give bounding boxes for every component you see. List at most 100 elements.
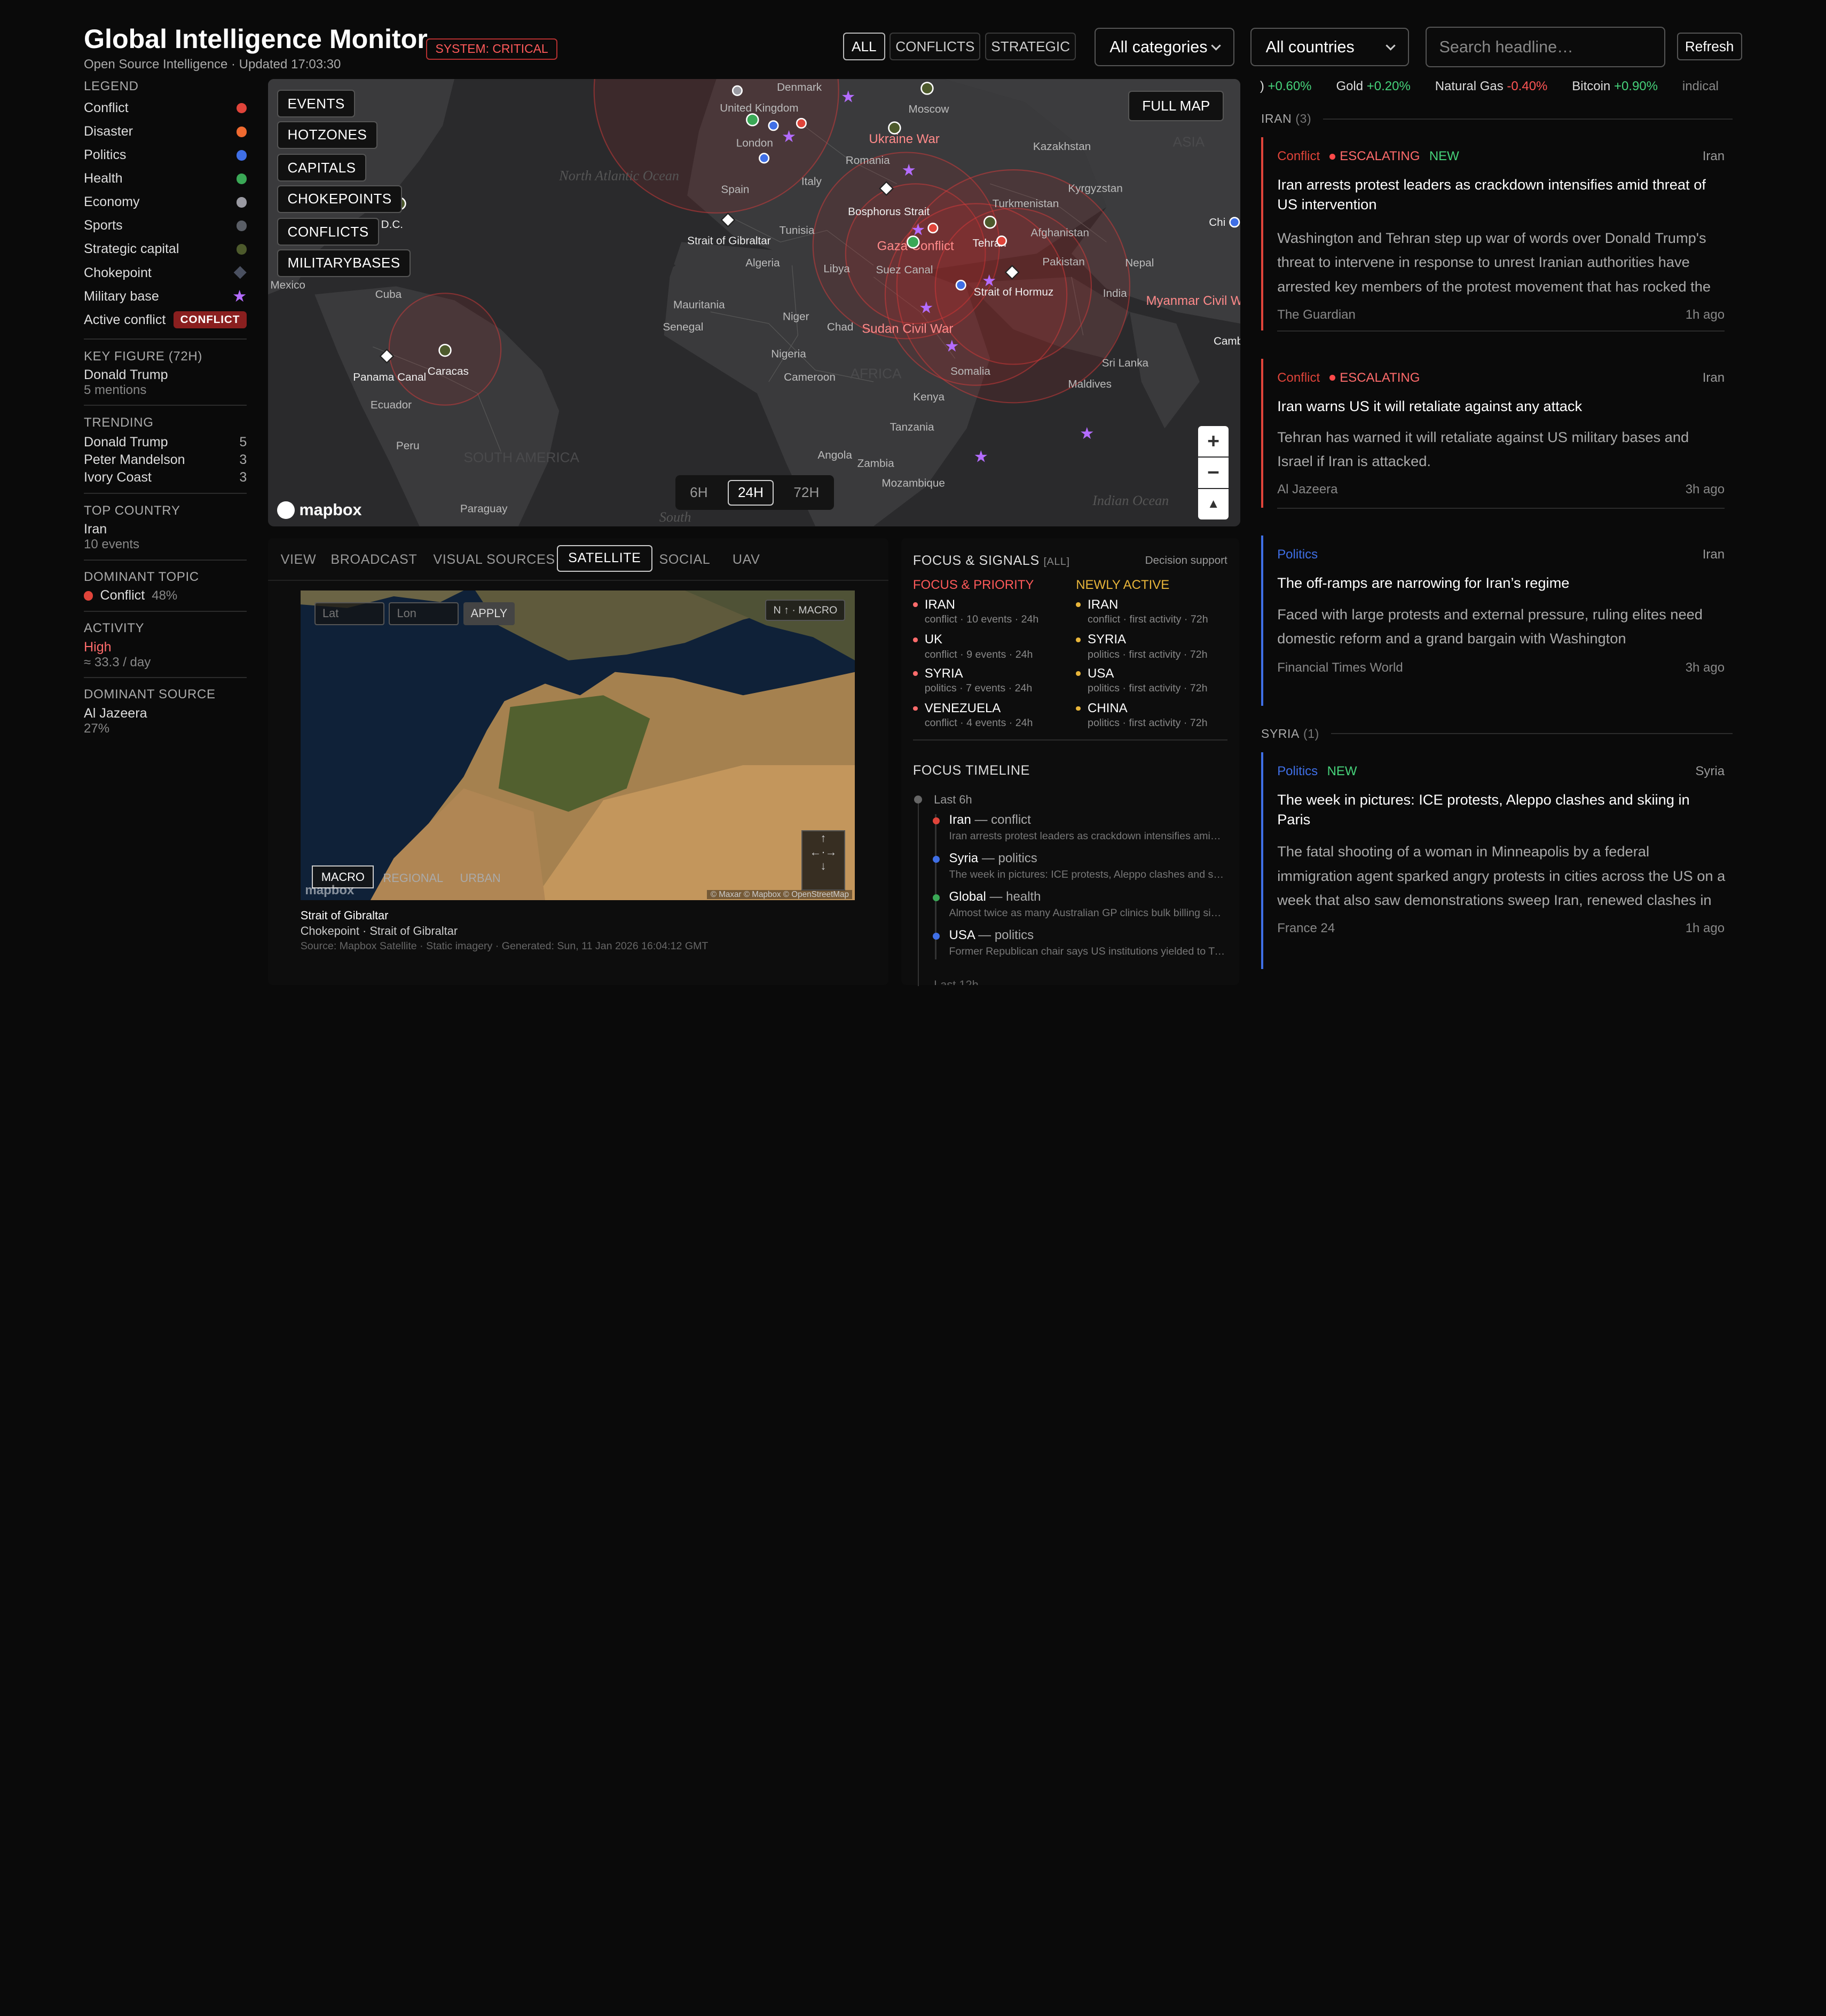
map-label-place: Kazakhstan (1033, 140, 1091, 153)
timeline-item[interactable]: Global — health (949, 889, 1041, 904)
time-range-72h[interactable]: 72H (784, 481, 829, 505)
capital-marker[interactable] (920, 82, 934, 95)
zoom-in-button[interactable]: + (1198, 426, 1229, 456)
trending-item[interactable]: Ivory Coast 3 (84, 469, 247, 486)
tab-visual-sources[interactable]: VISUAL SOURCES (433, 552, 555, 568)
map-label-place: Mozambique (881, 477, 945, 490)
time-range-6h[interactable]: 6H (681, 481, 717, 505)
newly-active-detail: politics · first activity · 72h (1088, 648, 1208, 660)
military-base-marker[interactable]: ★ (973, 448, 988, 467)
trending-item[interactable]: Peter Mandelson 3 (84, 451, 247, 469)
trending-item[interactable]: Donald Trump 5 (84, 434, 247, 451)
newly-active-item-syria[interactable]: SYRIA (1076, 632, 1126, 647)
conflict-marker[interactable] (996, 235, 1007, 247)
search-input[interactable] (1425, 27, 1665, 68)
apply-coordinates-button[interactable]: APPLY (463, 602, 515, 626)
news-card[interactable]: Politics Iran The off-ramps are narrowin… (1261, 536, 1725, 706)
scale-regional-button[interactable]: REGIONAL (375, 868, 451, 888)
newly-active-item-iran[interactable]: IRAN (1076, 597, 1118, 612)
satellite-location: Strait of Gibraltar (300, 909, 389, 923)
news-card[interactable]: Conflict ESCALATING Iran Iran warns US i… (1261, 358, 1725, 509)
newly-active-item-usa[interactable]: USA (1076, 666, 1114, 681)
priority-item-venezuela[interactable]: VENEZUELA (912, 701, 1001, 716)
world-map[interactable]: North Atlantic Ocean Indian Ocean South … (267, 79, 1240, 526)
pan-control[interactable]: ↑ ←·→ ↓ (801, 830, 846, 891)
map-label-place: Maldives (1068, 378, 1112, 390)
longitude-input[interactable] (389, 602, 459, 626)
economy-marker[interactable] (731, 85, 743, 97)
news-card[interactable]: Politics NEW Syria The week in pictures:… (1261, 752, 1725, 969)
military-base-marker[interactable]: ★ (911, 221, 925, 240)
layer-chokepoints-toggle[interactable]: CHOKEPOINTS (277, 185, 403, 214)
tab-social[interactable]: SOCIAL (659, 552, 710, 568)
map-label-place: Camb (1214, 335, 1240, 348)
capital-marker[interactable] (983, 216, 997, 229)
politics-marker[interactable] (1229, 217, 1240, 228)
compass-icon[interactable]: ▲ (1198, 489, 1229, 519)
layer-militarybases-toggle[interactable]: MILITARYBASES (277, 249, 411, 278)
tab-broadcast[interactable]: BROADCAST (330, 552, 417, 568)
newly-active-title: NEWLY ACTIVE (1076, 577, 1170, 592)
timeline-group-label: Last 6h (934, 793, 972, 807)
tab-satellite[interactable]: SATELLITE (556, 545, 653, 572)
refresh-button[interactable]: Refresh (1677, 33, 1742, 61)
card-headline[interactable]: Iran arrests protest leaders as crackdow… (1277, 175, 1720, 214)
layer-conflicts-toggle[interactable]: CONFLICTS (277, 217, 380, 246)
full-map-button[interactable]: FULL MAP (1128, 91, 1224, 121)
timeline-item[interactable]: Iran — conflict (949, 813, 1031, 828)
map-label-place: Ecuador (371, 399, 412, 412)
map-label-capital: Caracas (427, 365, 468, 377)
focus-timeline-title: FOCUS TIMELINE (912, 762, 1030, 778)
card-headline[interactable]: Iran warns US it will retaliate against … (1277, 396, 1720, 416)
priority-item-iran[interactable]: IRAN (912, 597, 955, 612)
capital-marker[interactable] (438, 344, 452, 357)
conflict-marker[interactable] (796, 118, 807, 129)
politics-marker[interactable] (768, 120, 779, 131)
newly-active-item-china[interactable]: CHINA (1076, 701, 1128, 716)
military-base-marker[interactable]: ★ (1080, 424, 1094, 443)
view-panel: VIEW BROADCAST VISUAL SOURCES SATELLITE … (267, 538, 889, 986)
filter-conflicts-button[interactable]: CONFLICTS (890, 33, 981, 61)
time-range-24h[interactable]: 24H (727, 479, 774, 506)
military-base-marker[interactable]: ★ (901, 161, 916, 180)
tab-uav[interactable]: UAV (733, 552, 760, 568)
arrow-left-right-icon[interactable]: ←·→ (802, 845, 845, 859)
map-label-place: Kenya (913, 391, 945, 403)
news-card[interactable]: Conflict ESCALATING NEW Iran Iran arrest… (1261, 137, 1725, 332)
arrow-up-icon[interactable]: ↑ (802, 831, 845, 845)
filter-all-button[interactable]: ALL (843, 33, 885, 61)
legend-title: LEGEND (84, 79, 139, 94)
layer-hotzones-toggle[interactable]: HOTZONES (277, 121, 377, 149)
politics-marker[interactable] (758, 153, 769, 164)
priority-detail: conflict · 9 events · 24h (924, 648, 1033, 660)
timeline-item[interactable]: Syria — politics (949, 851, 1037, 866)
zoom-out-button[interactable]: − (1198, 458, 1229, 488)
politics-marker[interactable] (955, 280, 966, 291)
military-base-marker[interactable]: ★ (781, 128, 796, 146)
country-select-value: All countries (1265, 37, 1355, 56)
card-headline[interactable]: The week in pictures: ICE protests, Alep… (1277, 790, 1720, 829)
filter-strategic-button[interactable]: STRATEGIC (985, 33, 1076, 61)
layer-capitals-toggle[interactable]: CAPITALS (277, 153, 366, 182)
military-base-marker[interactable]: ★ (919, 299, 933, 318)
conflict-marker[interactable] (927, 223, 939, 234)
health-marker[interactable] (745, 113, 759, 127)
arrow-down-icon[interactable]: ↓ (802, 859, 845, 873)
latitude-input[interactable] (314, 602, 384, 626)
capital-marker[interactable] (887, 121, 901, 135)
country-select[interactable]: All countries (1250, 28, 1409, 67)
priority-item-uk[interactable]: UK (912, 632, 942, 647)
category-select[interactable]: All categories (1095, 28, 1234, 67)
military-base-marker[interactable]: ★ (982, 272, 996, 291)
layer-events-toggle[interactable]: EVENTS (277, 89, 356, 118)
timeline-item[interactable]: USA — politics (949, 928, 1034, 943)
map-label-place: Afghanistan (1030, 227, 1089, 239)
tab-view[interactable]: VIEW (281, 552, 317, 568)
map-label-place: Denmark (777, 81, 822, 93)
military-base-marker[interactable]: ★ (841, 88, 855, 107)
satellite-image[interactable]: APPLY N ↑ · MACRO MACRO REGIONAL URBAN ↑… (300, 590, 855, 900)
scale-urban-button[interactable]: URBAN (452, 868, 509, 888)
card-headline[interactable]: The off-ramps are narrowing for Iran’s r… (1277, 573, 1720, 593)
military-base-marker[interactable]: ★ (945, 337, 959, 356)
priority-item-syria[interactable]: SYRIA (912, 666, 963, 681)
